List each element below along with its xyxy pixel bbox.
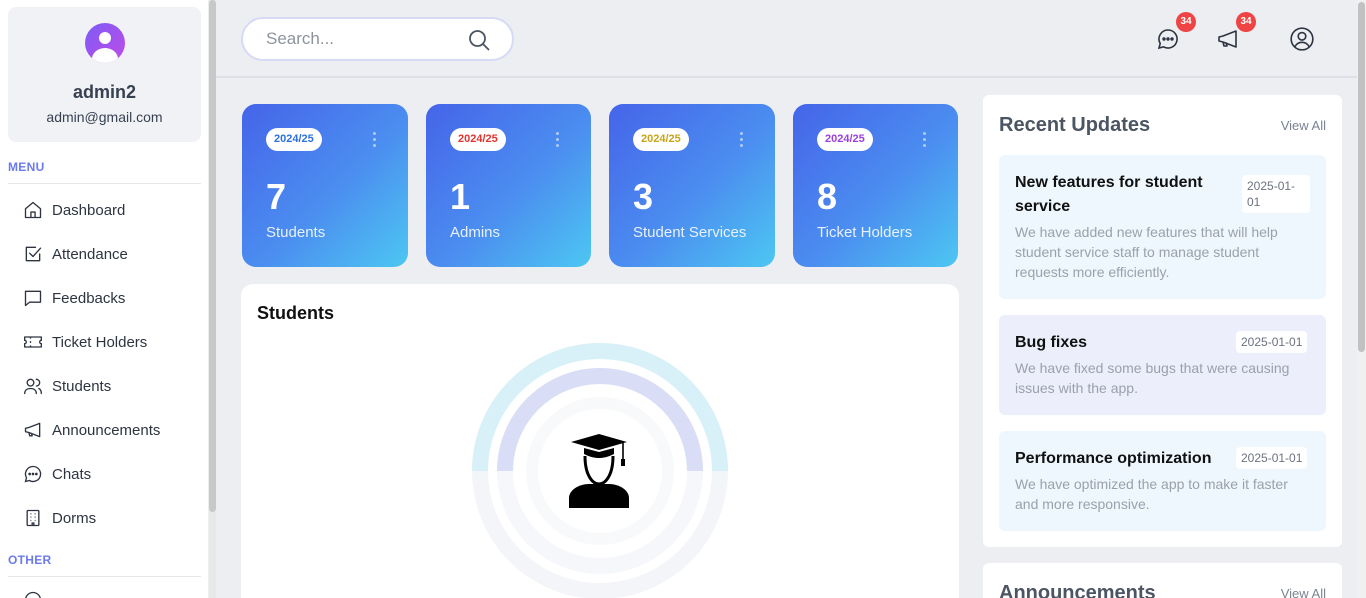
sidebar-item-label: Dashboard xyxy=(52,201,126,219)
sidebar-item-label: Feedbacks xyxy=(52,289,126,307)
year-badge: 2024/25 xyxy=(266,128,322,151)
message-square-icon xyxy=(24,290,42,307)
update-title: New features for student service xyxy=(1015,174,1203,215)
sidebar-item-label: Chats xyxy=(52,465,92,483)
recent-updates-card: Recent Updates View All New features for… xyxy=(983,95,1342,547)
stat-value: 3 xyxy=(633,176,654,217)
sidebar-item-ticket-holders[interactable]: Ticket Holders xyxy=(23,330,147,354)
avatar[interactable] xyxy=(85,23,125,63)
search-input[interactable] xyxy=(266,28,456,50)
sidebar-item-label: Announcements xyxy=(52,421,161,439)
sidebar-item-label: Ticket Holders xyxy=(52,333,148,351)
stat-value: 8 xyxy=(817,176,838,217)
sidebar-item-label: Students xyxy=(52,377,112,395)
more-vertical-icon[interactable] xyxy=(923,132,927,148)
stat-value: 7 xyxy=(266,176,287,217)
menu-divider xyxy=(8,183,201,184)
stat-card-student-services[interactable]: 2024/25 3 Student Services xyxy=(609,104,775,267)
profile-name: admin2 xyxy=(72,82,137,102)
card-title: Recent Updates xyxy=(999,114,1151,136)
year-text: 2024/25 xyxy=(274,133,314,145)
checkbox-icon xyxy=(25,246,42,262)
search-box xyxy=(241,17,514,61)
home-icon xyxy=(24,201,42,219)
year-text: 2024/25 xyxy=(641,133,681,145)
year-text: 2024/25 xyxy=(458,133,498,145)
megaphone-icon[interactable] xyxy=(1216,27,1240,51)
sidebar-item-chats[interactable]: Chats xyxy=(23,462,91,486)
ticket-icon xyxy=(24,336,42,348)
more-vertical-icon[interactable] xyxy=(740,132,744,148)
stat-card-ticket-holders[interactable]: 2024/25 8 Ticket Holders xyxy=(793,104,958,267)
menu-section-label: MENU xyxy=(8,160,45,174)
panel-title: Students xyxy=(257,303,335,323)
sidebar-item-students[interactable]: Students xyxy=(23,374,111,398)
update-title: Performance optimization xyxy=(1015,450,1212,467)
update-date: 2025-01-01 xyxy=(1242,175,1310,213)
stat-label: Students xyxy=(266,224,326,241)
announcement-badge: 34 xyxy=(1236,12,1256,32)
stat-card-admins[interactable]: 2024/25 1 Admins xyxy=(426,104,591,267)
update-item[interactable]: New features for student service 2025-01… xyxy=(999,155,1326,299)
stat-label: Admins xyxy=(450,224,501,241)
users-icon xyxy=(24,378,42,395)
sidebar: admin2 admin@gmail.com MENU Dashboard At… xyxy=(0,0,208,598)
sidebar-item-label: Dorms xyxy=(52,509,97,527)
user-circle-icon[interactable] xyxy=(1289,26,1315,52)
profile-icon[interactable] xyxy=(23,590,43,598)
year-text: 2024/25 xyxy=(825,133,865,145)
update-body: We have fixed some bugs that were causin… xyxy=(1015,360,1290,396)
stat-label: Student Services xyxy=(633,224,747,241)
chat-icon[interactable] xyxy=(1156,27,1180,51)
chat-icon xyxy=(24,465,42,483)
topbar: 34 34 xyxy=(216,0,1357,78)
building-icon xyxy=(26,509,40,527)
graduate-icon xyxy=(569,434,629,508)
sidebar-item-dorms[interactable]: Dorms xyxy=(23,506,96,530)
update-item[interactable]: Bug fixes 2025-01-01 We have fixed some … xyxy=(999,315,1326,415)
stat-label: Ticket Holders xyxy=(817,224,913,241)
update-date: 2025-01-01 xyxy=(1236,331,1308,353)
more-vertical-icon[interactable] xyxy=(373,132,377,148)
sidebar-item-dashboard[interactable]: Dashboard xyxy=(23,198,125,222)
announcements-card: Announcements View All xyxy=(983,563,1342,598)
profile-card: admin2 admin@gmail.com xyxy=(8,7,201,142)
view-all-link[interactable]: View All xyxy=(1281,586,1326,598)
profile-email: admin@gmail.com xyxy=(46,109,163,125)
update-date: 2025-01-01 xyxy=(1236,447,1308,469)
update-item[interactable]: Performance optimization 2025-01-01 We h… xyxy=(999,431,1326,531)
sidebar-item-label: Attendance xyxy=(52,245,128,263)
update-title: Bug fixes xyxy=(1015,334,1088,351)
year-badge: 2024/25 xyxy=(633,128,689,151)
sidebar-item-attendance[interactable]: Attendance xyxy=(23,242,128,266)
update-body: We have added new features that will hel… xyxy=(1015,224,1278,280)
students-panel: Students xyxy=(241,284,959,598)
search-icon[interactable] xyxy=(467,28,491,52)
card-title: Announcements xyxy=(999,582,1156,598)
megaphone-icon xyxy=(24,422,41,438)
sidebar-item-announcements[interactable]: Announcements xyxy=(23,418,160,442)
chat-badge: 34 xyxy=(1176,12,1196,32)
stat-card-students[interactable]: 2024/25 7 Students xyxy=(242,104,408,267)
other-section-label: OTHER xyxy=(8,553,52,567)
update-body: We have optimized the app to make it fas… xyxy=(1015,476,1288,512)
other-divider xyxy=(8,576,201,577)
year-badge: 2024/25 xyxy=(817,128,873,151)
stat-value: 1 xyxy=(450,176,471,217)
sidebar-item-feedbacks[interactable]: Feedbacks xyxy=(23,286,125,310)
view-all-link[interactable]: View All xyxy=(1281,118,1326,133)
year-badge: 2024/25 xyxy=(450,128,506,151)
sidebar-scrollbar[interactable] xyxy=(209,0,216,598)
page-scrollbar[interactable] xyxy=(1357,0,1366,598)
more-vertical-icon[interactable] xyxy=(556,132,560,148)
